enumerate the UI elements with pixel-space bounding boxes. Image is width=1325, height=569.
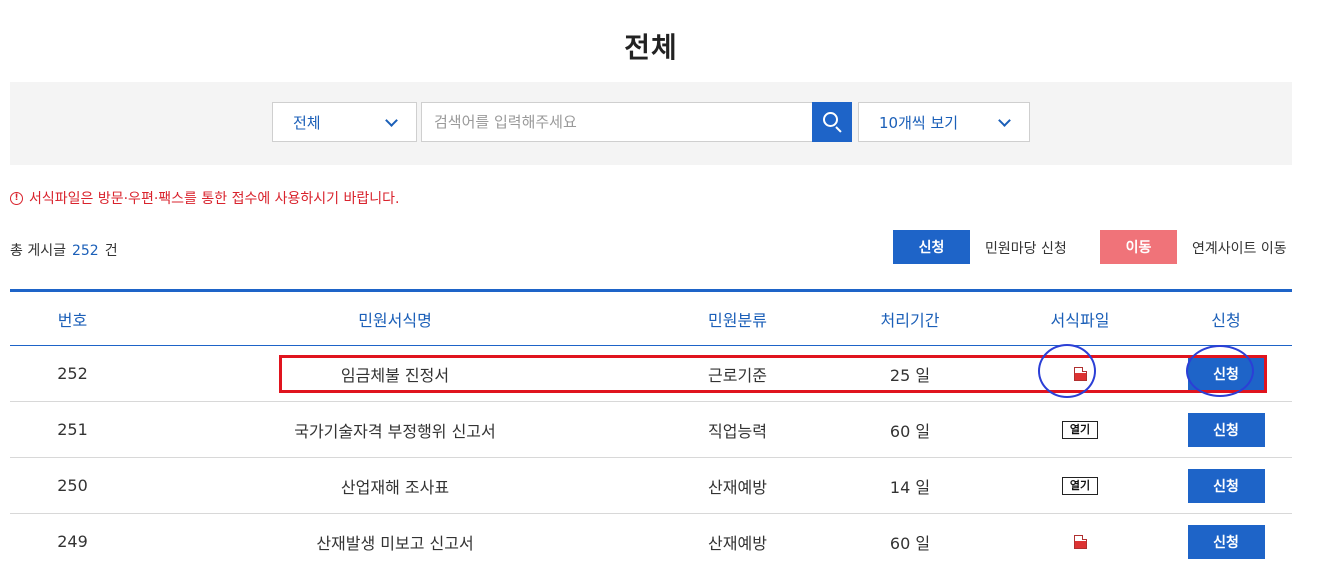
notice-text: 서식파일은 방문·우편·팩스를 통한 접수에 사용하시기 바랍니다.	[29, 191, 400, 207]
row-category: 산재예방	[708, 477, 767, 497]
total-count-value: 252	[71, 243, 99, 259]
highlight-circle-file	[1038, 344, 1096, 398]
header-form-file: 서식파일	[1050, 310, 1110, 330]
row-processing-period: 60 일	[889, 421, 931, 441]
category-select-value: 전체	[293, 113, 321, 132]
move-legend-button[interactable]: 이동	[1100, 230, 1177, 264]
header-apply: 신청	[1211, 310, 1241, 330]
info-circle-icon: !	[10, 191, 23, 205]
move-legend-label: 연계사이트 이동	[1192, 241, 1287, 257]
row-number: 252	[57, 364, 88, 383]
row-form-file	[1000, 514, 1160, 569]
header-number: 번호	[57, 310, 88, 330]
highlight-circle-apply	[1186, 345, 1254, 397]
header-form-name: 민원서식명	[358, 310, 432, 330]
pdf-file-icon[interactable]	[1073, 534, 1087, 549]
table-row: 249 산재발생 미보고 신고서 산재예방 60 일 신청	[10, 514, 1292, 569]
per-page-select[interactable]: 10개씩 보기	[858, 102, 1030, 142]
row-processing-period: 60 일	[889, 533, 931, 553]
row-form-file: 열기	[1000, 402, 1160, 457]
row-apply: 신청	[1160, 514, 1292, 569]
table-header-row: 번호 민원서식명 민원분류 처리기간 서식파일 신청	[10, 292, 1292, 346]
category-select[interactable]: 전체	[272, 102, 417, 142]
row-form-name[interactable]: 산업재해 조사표	[135, 458, 655, 513]
apply-legend-button[interactable]: 신청	[893, 230, 970, 264]
search-panel: 전체 10개씩 보기	[10, 82, 1292, 165]
header-category: 민원분류	[708, 310, 767, 330]
row-form-name[interactable]: 산재발생 미보고 신고서	[135, 514, 655, 569]
open-file-button[interactable]: 열기	[1061, 420, 1099, 439]
notice-message: ! 서식파일은 방문·우편·팩스를 통한 접수에 사용하시기 바랍니다.	[10, 188, 399, 208]
page-title: 전체	[624, 31, 678, 64]
search-input[interactable]	[421, 102, 813, 142]
forms-table: 번호 민원서식명 민원분류 처리기간 서식파일 신청 252 임금체불 진정서 …	[10, 289, 1292, 569]
row-category: 직업능력	[708, 421, 767, 441]
chevron-down-icon	[385, 114, 398, 127]
apply-button[interactable]: 신청	[1187, 524, 1265, 559]
row-apply: 신청	[1160, 402, 1292, 457]
highlight-rectangle	[279, 355, 1267, 393]
apply-button[interactable]: 신청	[1187, 412, 1265, 447]
apply-button[interactable]: 신청	[1187, 468, 1265, 503]
total-suffix: 건	[104, 243, 118, 259]
row-category: 산재예방	[708, 533, 767, 553]
row-apply: 신청	[1160, 458, 1292, 513]
table-row: 251 국가기술자격 부정행위 신고서 직업능력 60 일 열기 신청	[10, 402, 1292, 458]
chevron-down-icon	[998, 114, 1011, 127]
search-icon-handle	[835, 126, 842, 133]
row-form-file: 열기	[1000, 458, 1160, 513]
table-row: 250 산업재해 조사표 산재예방 14 일 열기 신청	[10, 458, 1292, 514]
row-processing-period: 14 일	[889, 477, 931, 497]
row-number: 250	[57, 476, 88, 495]
header-processing-period: 처리기간	[880, 310, 940, 330]
search-button[interactable]	[812, 102, 852, 142]
total-count: 총 게시글 252 건	[10, 240, 118, 260]
per-page-select-value: 10개씩 보기	[879, 113, 959, 132]
row-number: 251	[57, 420, 88, 439]
row-form-name[interactable]: 국가기술자격 부정행위 신고서	[135, 402, 655, 457]
row-number: 249	[57, 532, 88, 551]
search-icon	[823, 112, 838, 127]
open-file-button[interactable]: 열기	[1061, 476, 1099, 495]
total-prefix: 총 게시글	[10, 243, 66, 259]
apply-legend-label: 민원마당 신청	[985, 241, 1067, 257]
